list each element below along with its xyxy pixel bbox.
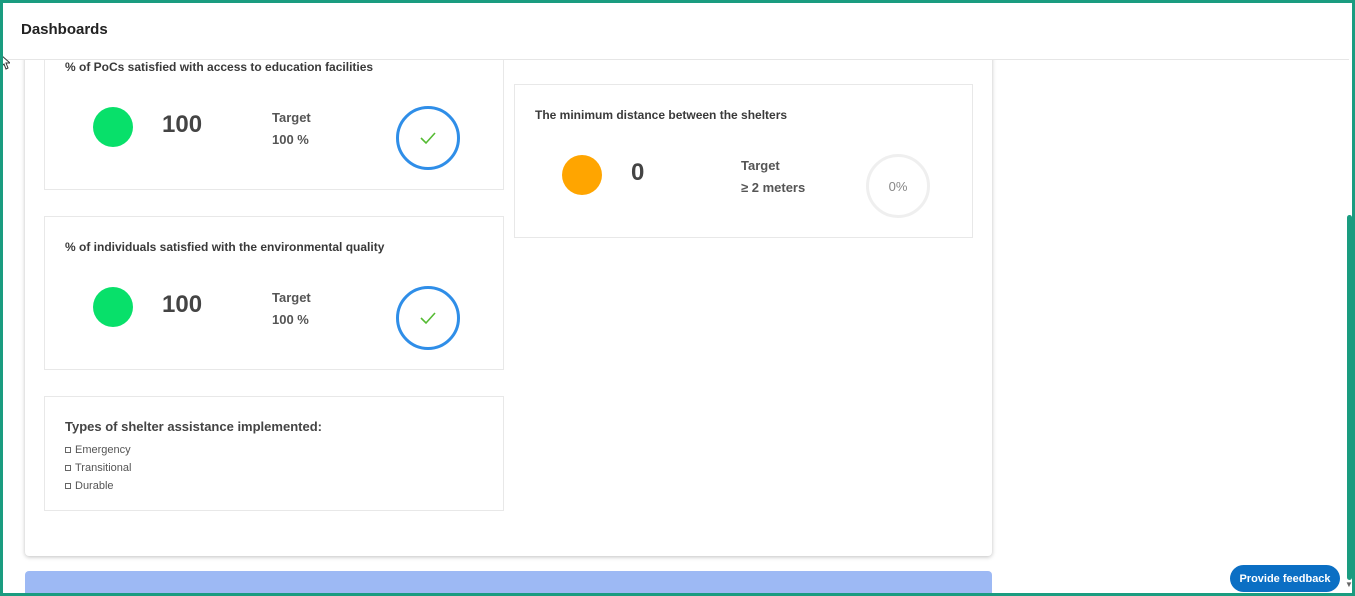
checkmark-icon	[420, 312, 436, 325]
checkbox-square-icon	[65, 465, 71, 471]
page-title: Dashboards	[21, 21, 108, 38]
page-header: Dashboards	[3, 3, 1349, 60]
target-label: Target	[272, 290, 311, 305]
target-value: 100 %	[272, 132, 309, 147]
progress-ring: 0%	[866, 154, 930, 218]
indicator-card-shelter-distance: The minimum distance between the shelter…	[514, 84, 973, 238]
checkbox-square-icon	[65, 483, 71, 489]
indicator-card-environment: % of individuals satisfied with the envi…	[44, 216, 504, 370]
list-item: Durable	[65, 477, 131, 495]
status-dot	[93, 287, 133, 327]
checkmark-icon	[420, 132, 436, 145]
status-dot	[562, 155, 602, 195]
indicator-value: 100	[162, 111, 203, 138]
indicator-title: The minimum distance between the shelter…	[535, 108, 788, 122]
target-label: Target	[272, 110, 311, 125]
checkbox-square-icon	[65, 447, 71, 453]
shelter-types-title: Types of shelter assistance implemented:	[65, 419, 322, 434]
list-item: Emergency	[65, 441, 131, 459]
indicator-value: 0	[631, 159, 645, 186]
list-item: Transitional	[65, 459, 131, 477]
status-dot	[93, 107, 133, 147]
provide-feedback-button[interactable]: Provide feedback	[1230, 565, 1340, 592]
shelter-types-list: Emergency Transitional Durable	[65, 441, 131, 495]
achieved-ring	[396, 106, 460, 170]
achieved-ring	[396, 286, 460, 350]
indicator-title: % of individuals satisfied with the envi…	[65, 240, 385, 254]
mouse-cursor-icon	[0, 54, 10, 70]
target-value: ≥ 2 meters	[741, 180, 806, 195]
indicator-value: 100	[162, 291, 203, 318]
target-label: Target	[741, 158, 780, 173]
target-value: 100 %	[272, 312, 309, 327]
progress-text: 0%	[888, 178, 908, 194]
scroll-down-arrow-icon[interactable]: ▼	[1345, 580, 1353, 589]
shelter-types-card: Types of shelter assistance implemented:…	[44, 396, 504, 511]
next-section-header	[25, 571, 992, 596]
scrollbar-thumb[interactable]	[1347, 215, 1352, 580]
dashboard-panel: % of PoCs satisfied with access to educa…	[25, 40, 992, 556]
indicator-card-education: % of PoCs satisfied with access to educa…	[44, 40, 504, 190]
indicator-title: % of PoCs satisfied with access to educa…	[65, 60, 374, 74]
